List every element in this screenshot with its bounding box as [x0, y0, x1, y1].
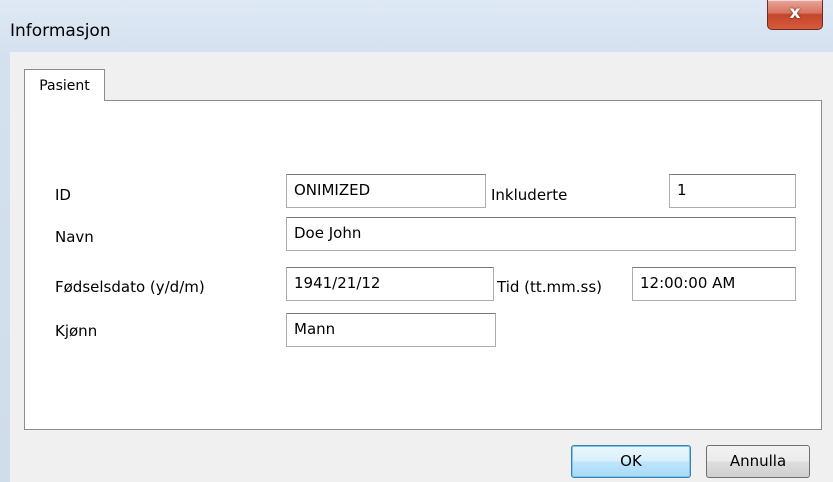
ok-button[interactable]: OK — [571, 445, 691, 478]
cancel-button[interactable]: Annulla — [706, 445, 810, 478]
tab-pasient[interactable]: Pasient — [24, 69, 105, 101]
close-icon: x — [789, 3, 801, 23]
close-button[interactable]: x — [767, 0, 823, 30]
fodselsdato-label: Fødselsdato (y/d/m) — [55, 278, 205, 296]
fodselsdato-field[interactable]: 1941/21/12 — [286, 267, 494, 301]
window-title: Informasjon — [10, 21, 111, 41]
tid-field[interactable]: 12:00:00 AM — [632, 267, 796, 301]
inkluderte-field[interactable]: 1 — [669, 174, 796, 208]
id-label: ID — [55, 186, 71, 204]
kjonn-label: Kjønn — [55, 322, 98, 340]
tid-label: Tid (tt.mm.ss) — [497, 278, 603, 296]
dialog-window: Informasjon x Pasient ID ONIMIZED Inklud… — [0, 0, 833, 482]
inkluderte-label: Inkluderte — [491, 186, 568, 204]
tab-label: Pasient — [39, 78, 90, 94]
navn-label: Navn — [55, 228, 94, 246]
kjonn-field[interactable]: Mann — [286, 313, 496, 347]
title-bar[interactable]: Informasjon x — [0, 0, 833, 52]
dialog-client-area: Pasient ID ONIMIZED Inkluderte 1 Navn Do… — [10, 52, 833, 482]
tab-panel-pasient: ID ONIMIZED Inkluderte 1 Navn Doe John F… — [24, 100, 822, 430]
id-field[interactable]: ONIMIZED — [286, 174, 486, 208]
navn-field[interactable]: Doe John — [286, 217, 796, 251]
